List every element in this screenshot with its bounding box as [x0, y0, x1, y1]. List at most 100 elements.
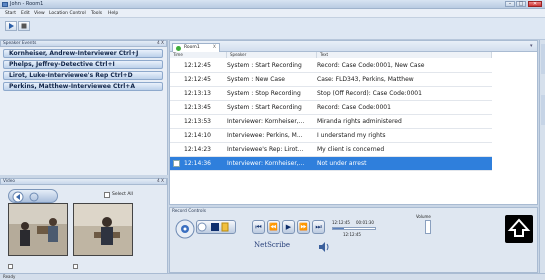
speaker-volume-icon[interactable]	[318, 242, 330, 252]
menu-location-control[interactable]: Location Control	[49, 10, 86, 17]
row-text: Miranda rights administered	[317, 118, 402, 125]
timeline-slider[interactable]	[332, 227, 376, 230]
status-text: Ready	[3, 274, 16, 279]
upload-arrow-icon	[507, 218, 531, 237]
row-text: Case: FLD343, Perkins, Matthew	[317, 76, 414, 83]
stop-toolbar-button[interactable]	[18, 21, 30, 31]
current-time-readout: 12:12:45	[343, 232, 361, 237]
row-speaker: System : Start Recording	[227, 104, 302, 111]
record-controls-panel: Record Controls ⏮ ⏪ ▶ ⏩ ⏭ 12:12:45 00:01…	[169, 207, 538, 273]
row-text: Not under arrest	[317, 160, 367, 167]
row-text: Stop (Off Record): Case Code:0001	[317, 90, 422, 97]
side-dock-strip[interactable]	[539, 40, 545, 273]
menu-start[interactable]: Start	[5, 10, 16, 17]
column-header-time[interactable]: Time	[170, 52, 227, 58]
panel-pin-close[interactable]: 4 X	[157, 41, 164, 46]
video-2-checkbox[interactable]	[73, 264, 78, 269]
window-title: John - Room1	[10, 1, 44, 7]
table-row[interactable]: 12:13:53 Interviewer: Kornheiser,... Mir…	[170, 115, 492, 129]
speaker-events-header: Speaker Events 4 X	[0, 40, 167, 47]
toolbar	[0, 18, 545, 40]
maximize-button[interactable]: □	[516, 1, 526, 7]
table-row[interactable]: 12:14:10 Interviewee: Perkins, M... I un…	[170, 129, 492, 143]
video-1-checkbox[interactable]	[8, 264, 13, 269]
column-header-text[interactable]: Text	[317, 52, 492, 58]
row-text: My client is concerned	[317, 146, 385, 153]
record-controls-title: Record Controls	[172, 209, 206, 214]
video-nav-control[interactable]	[8, 189, 58, 203]
events-panel: Room1 X ▾ Time Speaker Text 12:12:45 Sys…	[169, 40, 538, 205]
dock-tab[interactable]	[541, 95, 545, 125]
status-bar: Ready	[0, 273, 545, 280]
tab-close-icon[interactable]: X	[213, 44, 216, 52]
record-stop-control[interactable]	[196, 220, 236, 234]
row-speaker: Interviewer: Kornheiser,...	[227, 118, 305, 125]
play-toolbar-button[interactable]	[5, 21, 17, 31]
select-all-checkbox[interactable]	[104, 192, 110, 198]
menu-view[interactable]: View	[34, 10, 45, 17]
netscribe-logo: NetScribe	[254, 241, 291, 249]
skip-forward-button[interactable]: ⏭	[312, 220, 325, 234]
row-speaker: Interviewee: Perkins, M...	[227, 132, 303, 139]
menu-tools[interactable]: Tools	[91, 10, 102, 17]
fast-forward-button[interactable]: ⏩	[297, 220, 310, 234]
tab-list-dropdown-icon[interactable]: ▾	[530, 43, 533, 49]
play-button[interactable]: ▶	[282, 220, 295, 234]
speaker-button-kornheiser[interactable]: Kornheiser, Andrew-Interviewer Ctrl+J	[3, 49, 163, 58]
play-icon	[9, 23, 14, 29]
start-time-readout: 12:12:45	[332, 220, 350, 225]
speaker-events-title: Speaker Events	[3, 41, 37, 46]
upload-overlay-button[interactable]	[505, 215, 533, 243]
speaker-button-lirot[interactable]: Lirot, Luke-Interviewee's Rep Ctrl+D	[3, 71, 163, 80]
tab-room1[interactable]: Room1 X	[172, 43, 220, 52]
minimize-button[interactable]: –	[505, 1, 515, 7]
app-icon	[2, 2, 8, 7]
row-speaker: Interviewee's Rep: Lirot...	[227, 146, 304, 153]
panel-pin-close[interactable]: 4 X	[157, 179, 164, 184]
timeline-progress	[333, 228, 344, 229]
video-title: Video	[3, 179, 16, 184]
table-row[interactable]: 12:14:23 Interviewee's Rep: Lirot... My …	[170, 143, 492, 157]
elapsed-time-readout: 00:01:30	[356, 220, 374, 225]
volume-slider[interactable]	[425, 220, 431, 234]
rewind-button[interactable]: ⏪	[267, 220, 280, 234]
row-text: Record: Case Code:0001, New Case	[317, 62, 425, 69]
volume-label: Volume	[416, 214, 431, 219]
video-thumbnail-1[interactable]	[8, 203, 68, 256]
table-row[interactable]: 12:12:45 System : Start Recording Record…	[170, 59, 492, 73]
row-speaker: System : New Case	[227, 76, 285, 83]
stop-icon	[21, 23, 27, 29]
speaker-button-perkins[interactable]: Perkins, Matthew-Interviewee Ctrl+A	[3, 82, 163, 91]
disc-icon	[175, 219, 195, 239]
row-speaker: Interviewer: Kornheiser,...	[227, 160, 305, 167]
title-bar: John - Room1 – □ ✕	[0, 0, 545, 9]
record-icon	[197, 222, 229, 232]
rewind-icon	[12, 191, 39, 203]
menu-help[interactable]: Help	[108, 10, 118, 17]
column-header-speaker[interactable]: Speaker	[227, 52, 317, 58]
table-row[interactable]: 12:13:13 System : Stop Recording Stop (O…	[170, 87, 492, 101]
video-thumbnail-2[interactable]	[73, 203, 133, 256]
row-text: Record: Case Code:0001	[317, 104, 391, 111]
row-speaker: System : Start Recording	[227, 62, 302, 69]
skip-back-button[interactable]: ⏮	[252, 220, 265, 234]
select-all-label: Select All	[112, 192, 133, 197]
table-row[interactable]: 12:12:45 System : New Case Case: FLD343,…	[170, 73, 492, 87]
menu-edit[interactable]: Edit	[21, 10, 30, 17]
tab-strip: Room1 X ▾	[170, 41, 537, 52]
speaker-button-phelps[interactable]: Phelps, Jeffrey-Detective Ctrl+I	[3, 60, 163, 69]
row-text: I understand my rights	[317, 132, 386, 139]
table-row[interactable]: 12:13:45 System : Start Recording Record…	[170, 101, 492, 115]
close-button[interactable]: ✕	[528, 1, 542, 7]
video-panel: Video 4 X Select All	[0, 178, 168, 273]
video-header: Video 4 X	[0, 178, 167, 185]
status-dot-icon	[176, 46, 181, 51]
table-row-selected[interactable]: 12:14:36 Interviewer: Kornheiser,... Not…	[170, 157, 492, 171]
speaker-events-panel: Speaker Events 4 X Kornheiser, Andrew-In…	[0, 40, 168, 175]
video-frame-interview	[9, 204, 67, 255]
row-checkbox[interactable]	[173, 160, 180, 167]
row-speaker: System : Stop Recording	[227, 90, 301, 97]
menu-bar: Start Edit View Location Control Tools H…	[0, 9, 545, 18]
dock-tab[interactable]	[541, 44, 545, 74]
video-frame-interview	[74, 204, 132, 255]
